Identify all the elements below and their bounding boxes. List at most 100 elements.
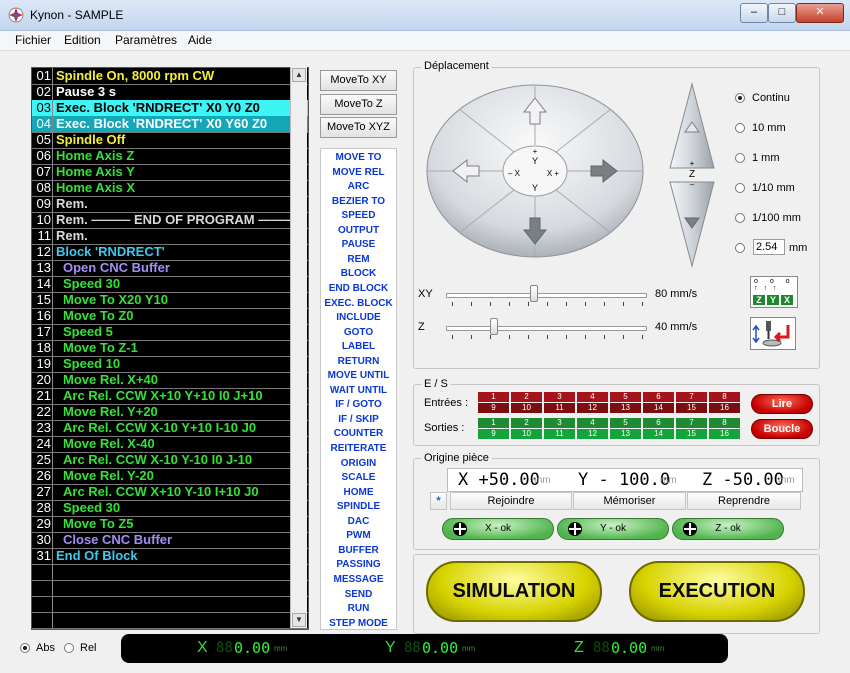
menu-aide[interactable]: Aide [188, 33, 212, 47]
command-item[interactable]: REITERATE [321, 443, 396, 454]
program-row[interactable]: 24 Move Rel. X-40 [32, 436, 308, 453]
program-row[interactable]: 26 Move Rel. Y-20 [32, 468, 308, 485]
minimize-button[interactable]: – [740, 3, 768, 23]
program-row[interactable]: 16 Move To Z0 [32, 308, 308, 325]
command-item[interactable]: BEZIER TO [321, 196, 396, 207]
command-item[interactable]: END BLOCK [321, 283, 396, 294]
simulation-button[interactable]: SIMULATION [426, 561, 602, 622]
command-item[interactable]: SPEED [321, 210, 396, 221]
menu-fichier[interactable]: Fichier [15, 33, 51, 47]
command-item[interactable]: REM [321, 254, 396, 265]
custom-step-input[interactable] [753, 239, 785, 255]
slider-track[interactable] [446, 293, 647, 298]
scroll-up-icon[interactable]: ▲ [292, 68, 306, 82]
program-row[interactable]: 21 Arc Rel. CCW X+10 Y+10 I0 J+10 [32, 388, 308, 405]
command-item[interactable]: BLOCK [321, 268, 396, 279]
command-item[interactable]: DAC [321, 516, 396, 527]
program-row[interactable]: 19 Speed 10 [32, 356, 308, 373]
program-row[interactable]: 04 Exec. Block 'RNDRECT' X0 Y60 Z0 [32, 116, 308, 133]
moveto-z-button[interactable]: MoveTo Z [320, 94, 397, 115]
program-row[interactable]: 31 End Of Block [32, 548, 308, 565]
origin-star-button[interactable]: * [430, 492, 447, 510]
step-radio[interactable] [735, 183, 745, 193]
program-row[interactable]: 17 Speed 5 [32, 324, 308, 341]
command-item[interactable]: IF / SKIP [321, 414, 396, 425]
command-item[interactable]: PAUSE [321, 239, 396, 250]
maximize-button[interactable]: □ [768, 3, 796, 23]
program-row[interactable]: 08 Home Axis X [32, 180, 308, 197]
menu-parametres[interactable]: Paramètres [115, 33, 177, 47]
program-row-empty[interactable] [32, 580, 308, 597]
command-item[interactable]: PWM [321, 530, 396, 541]
zyx-home-button[interactable]: o o o ↑↑↑ ZYX [750, 276, 798, 308]
program-row[interactable]: 29 Move To Z5 [32, 516, 308, 533]
program-row[interactable]: 28 Speed 30 [32, 500, 308, 517]
command-item[interactable]: SCALE [321, 472, 396, 483]
program-row[interactable]: 10 Rem. ——— END OF PROGRAM ——— [32, 212, 308, 229]
program-row[interactable]: 09 Rem. [32, 196, 308, 213]
command-item[interactable]: LABEL [321, 341, 396, 352]
step-radio[interactable] [735, 123, 745, 133]
program-row[interactable]: 20 Move Rel. X+40 [32, 372, 308, 389]
execution-button[interactable]: EXECUTION [629, 561, 805, 622]
command-item[interactable]: STEP MODE [321, 618, 396, 629]
y-ok-button[interactable]: Y - ok [557, 518, 669, 540]
command-item[interactable]: INCLUDE [321, 312, 396, 323]
program-row[interactable]: 25 Arc Rel. CCW X-10 Y-10 I0 J-10 [32, 452, 308, 469]
tool-probe-button[interactable] [750, 317, 796, 350]
program-row[interactable]: 30 Close CNC Buffer [32, 532, 308, 549]
rel-radio[interactable] [64, 643, 74, 653]
command-item[interactable]: ORIGIN [321, 458, 396, 469]
z-jog-pad[interactable]: + Z – [668, 82, 716, 268]
slider-thumb[interactable] [529, 285, 538, 302]
z-ok-button[interactable]: Z - ok [672, 518, 784, 540]
command-item[interactable]: MOVE UNTIL [321, 370, 396, 381]
program-row[interactable]: 02 Pause 3 s [32, 84, 308, 101]
moveto-xyz-button[interactable]: MoveTo XYZ [320, 117, 397, 138]
step-radio-custom[interactable] [735, 243, 745, 253]
moveto-xy-button[interactable]: MoveTo XY [320, 70, 397, 91]
command-item[interactable]: SPINDLE [321, 501, 396, 512]
command-item[interactable]: PASSING [321, 559, 396, 570]
scroll-down-icon[interactable]: ▼ [292, 613, 306, 627]
program-row[interactable]: 15 Move To X20 Y10 [32, 292, 308, 309]
slider-track[interactable] [446, 326, 647, 331]
command-item[interactable]: RUN [321, 603, 396, 614]
step-radio[interactable] [735, 153, 745, 163]
command-item[interactable]: RETURN [321, 356, 396, 367]
command-item[interactable]: COUNTER [321, 428, 396, 439]
program-scrollbar[interactable]: ▲ ▼ [290, 67, 307, 628]
boucle-button[interactable]: Boucle [751, 419, 813, 439]
x-ok-button[interactable]: X - ok [442, 518, 554, 540]
command-item[interactable]: OUTPUT [321, 225, 396, 236]
command-item[interactable]: WAIT UNTIL [321, 385, 396, 396]
command-item[interactable]: GOTO [321, 327, 396, 338]
command-item[interactable]: BUFFER [321, 545, 396, 556]
program-row-empty[interactable] [32, 596, 308, 613]
slider-thumb[interactable] [489, 318, 498, 335]
program-row-empty[interactable] [32, 612, 308, 629]
program-row[interactable]: 01 Spindle On, 8000 rpm CW [32, 68, 308, 85]
program-list[interactable]: 01 Spindle On, 8000 rpm CW 02 Pause 3 s 03 Ex… [31, 67, 309, 630]
command-item[interactable]: IF / GOTO [321, 399, 396, 410]
close-button[interactable]: ✕ [796, 3, 844, 23]
command-item[interactable]: MOVE TO [321, 152, 396, 163]
command-item[interactable]: SEND [321, 589, 396, 600]
program-row[interactable]: 13 Open CNC Buffer [32, 260, 308, 277]
program-row[interactable]: 03 Exec. Block 'RNDRECT' X0 Y0 Z0 [32, 100, 308, 117]
xy-jog-pad[interactable]: + Y – X X + Y [425, 82, 645, 260]
program-row[interactable]: 27 Arc Rel. CCW X+10 Y-10 I+10 J0 [32, 484, 308, 501]
program-row[interactable]: 06 Home Axis Z [32, 148, 308, 165]
reprendre-button[interactable]: Reprendre [687, 492, 801, 510]
rejoindre-button[interactable]: Rejoindre [450, 492, 572, 510]
program-row[interactable]: 23 Arc Rel. CCW X-10 Y+10 I-10 J0 [32, 420, 308, 437]
program-row[interactable]: 14 Speed 30 [32, 276, 308, 293]
menu-edition[interactable]: Edition [64, 33, 101, 47]
command-item[interactable]: EXEC. BLOCK [321, 298, 396, 309]
program-row[interactable]: 07 Home Axis Y [32, 164, 308, 181]
command-item[interactable]: MESSAGE [321, 574, 396, 585]
step-radio[interactable] [735, 213, 745, 223]
command-item[interactable]: HOME [321, 487, 396, 498]
program-row[interactable]: 12 Block 'RNDRECT' [32, 244, 308, 261]
command-item[interactable]: MOVE REL [321, 167, 396, 178]
